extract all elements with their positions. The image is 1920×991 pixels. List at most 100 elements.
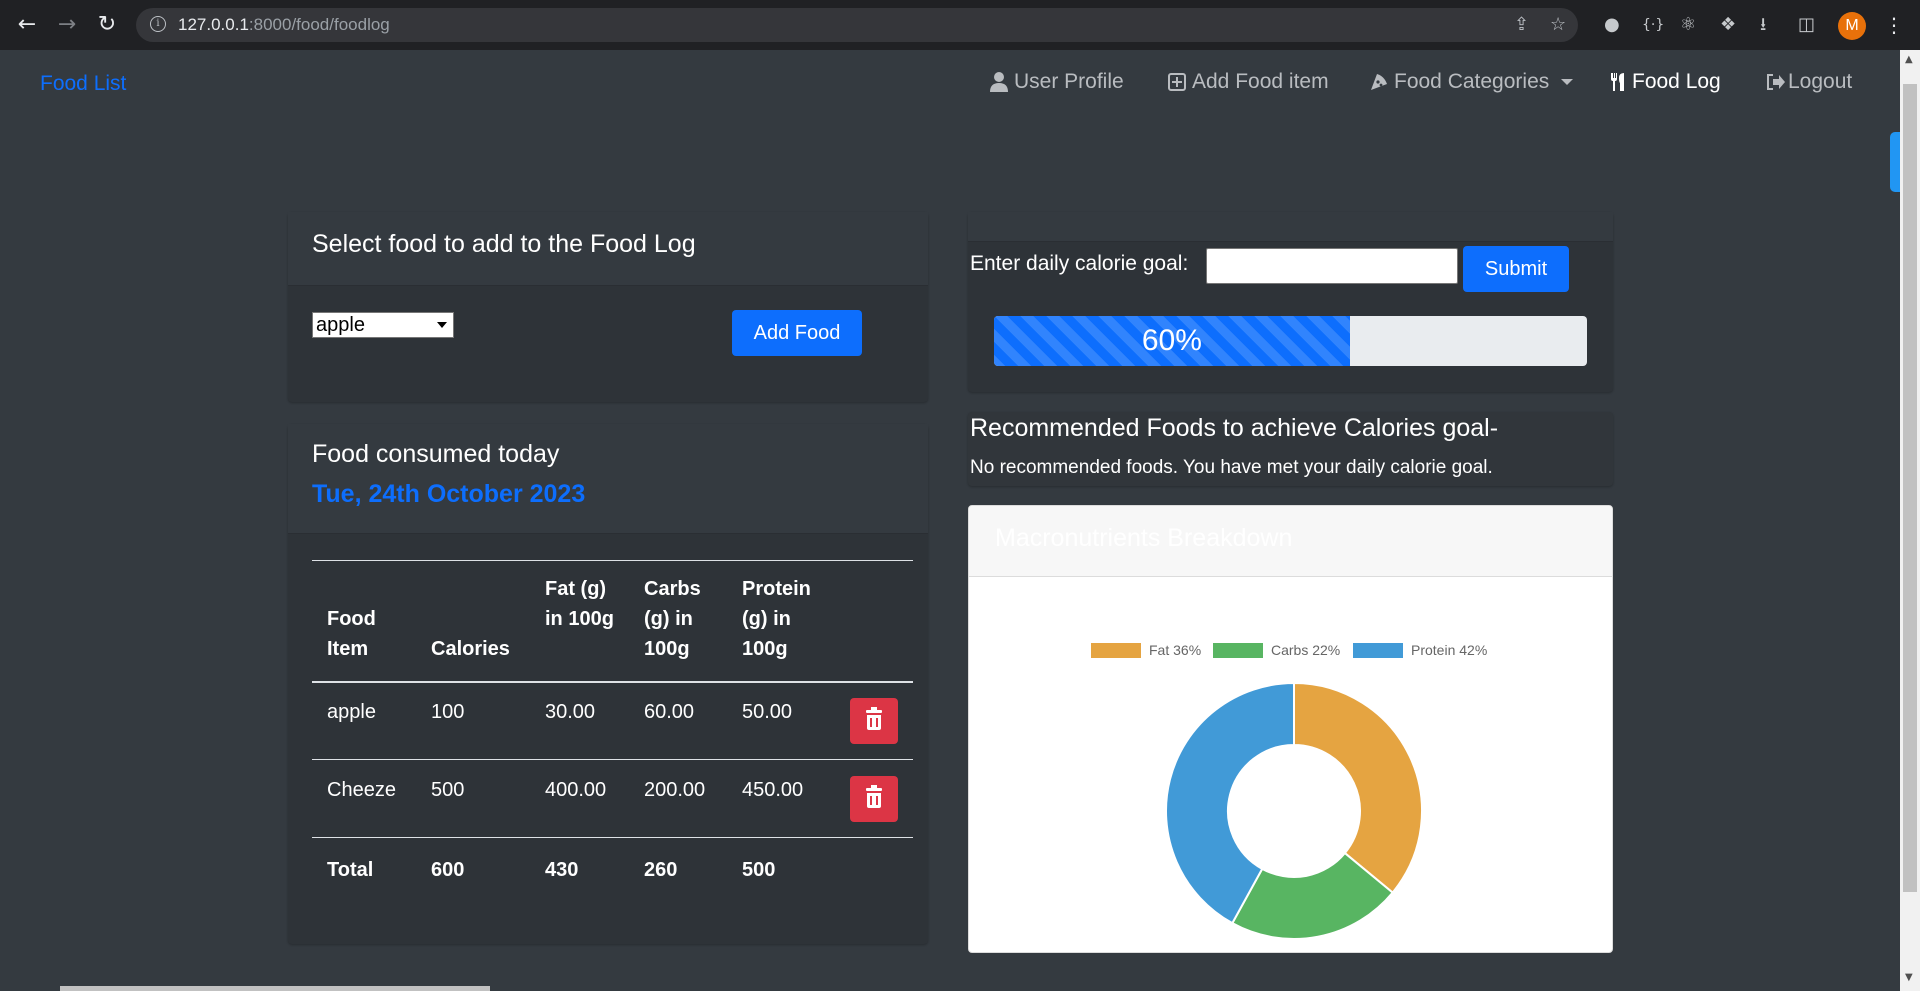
pizza-icon	[1371, 74, 1387, 90]
calorie-progress-bar: 60%	[994, 316, 1587, 366]
cell-calories: 100	[431, 701, 465, 723]
trash-lid	[866, 788, 882, 791]
add-food-button[interactable]: Add Food	[732, 310, 862, 356]
nav-food-log[interactable]: Food Log	[1610, 70, 1721, 94]
cell-food: apple	[327, 701, 376, 723]
cell-protein: 50.00	[742, 701, 793, 723]
brand-link[interactable]: Food List	[40, 72, 126, 96]
macronutrients-doughnut-chart	[1165, 681, 1423, 940]
legend-swatch-carbs	[1213, 642, 1263, 658]
nav-logout[interactable]: Logout	[1766, 70, 1852, 94]
url-text[interactable]: 127.0.0.1:8000/food/foodlog	[178, 15, 390, 35]
nav-food-categories-label: Food Categories	[1394, 70, 1550, 93]
legend-label-fat: Fat 36%	[1149, 642, 1202, 658]
url-path: :8000/food/foodlog	[248, 15, 390, 34]
utensils-icon	[1611, 73, 1624, 91]
side-panel-tab[interactable]	[1890, 132, 1900, 192]
nav-user-profile[interactable]: User Profile	[990, 70, 1124, 94]
food-consumed-date: Tue, 24th October 2023	[312, 480, 586, 508]
vertical-scrollbar[interactable]: ▲ ▼	[1900, 50, 1920, 991]
food-consumed-card-header: Food consumed today Tue, 24th October 20…	[288, 424, 928, 534]
download-icon[interactable]: ⭳	[1760, 12, 1766, 38]
trash-can	[867, 793, 881, 808]
nav-user-profile-label: User Profile	[1014, 70, 1124, 93]
address-bar[interactable]: i 127.0.0.1:8000/food/foodlog ⇪ ☆	[136, 8, 1578, 42]
cell-carbs: 60.00	[644, 701, 695, 723]
react-devtools-icon[interactable]: ⚛	[1680, 12, 1696, 38]
column-header-fat: Fat (g) in 100g	[545, 578, 614, 630]
nav-food-categories-dropdown[interactable]: Food Categories	[1370, 70, 1574, 94]
legend-item-fat[interactable]: Fat 36%	[1091, 642, 1201, 658]
food-select-value: apple	[316, 314, 365, 336]
recommended-title: Recommended Foods to achieve Calories go…	[970, 414, 1499, 442]
add-food-title: Select food to add to the Food Log	[312, 230, 696, 258]
table-top-border	[312, 560, 913, 561]
cell-food: Cheeze	[327, 779, 396, 801]
delete-row-button[interactable]	[850, 698, 898, 744]
legend-item-carbs[interactable]: Carbs 22%	[1213, 642, 1340, 658]
cell-fat: 30.00	[545, 701, 596, 723]
profile-avatar[interactable]: M	[1838, 12, 1866, 40]
cell-fat: 400.00	[545, 779, 607, 801]
column-header-food-item: Food Item	[327, 608, 376, 660]
scrollbar-thumb[interactable]	[1903, 84, 1917, 892]
site-info-icon[interactable]: i	[150, 16, 166, 32]
plus-square-icon	[1168, 73, 1186, 91]
nav-logout-label: Logout	[1788, 70, 1853, 93]
side-panel-icon[interactable]: ◫	[1798, 12, 1815, 38]
chevron-down-icon	[1561, 79, 1574, 85]
calorie-goal-card-header	[968, 212, 1613, 242]
trash-lid	[866, 710, 882, 713]
calorie-goal-input[interactable]	[1206, 248, 1458, 284]
sign-out-icon	[1767, 74, 1785, 90]
scroll-up-arrow-icon[interactable]: ▲	[1905, 54, 1913, 65]
legend-label-carbs: Carbs 22%	[1271, 642, 1341, 658]
column-header-calories: Calories	[431, 638, 510, 660]
macronutrients-card: Macronutrients Breakdown Fat 36% Carbs 2…	[968, 505, 1613, 953]
nav-add-food-item[interactable]: Add Food item	[1168, 70, 1329, 94]
browser-toolbar: ← → ↻ i 127.0.0.1:8000/food/foodlog ⇪ ☆ …	[0, 0, 1920, 50]
cell-calories: 500	[431, 779, 465, 801]
total-protein: 500	[742, 859, 776, 881]
add-food-card: Select food to add to the Food Log	[288, 212, 928, 402]
scroll-down-arrow-icon[interactable]: ▼	[1905, 972, 1913, 983]
nav-food-log-label: Food Log	[1632, 70, 1721, 93]
legend-swatch-fat	[1091, 642, 1141, 658]
forward-icon[interactable]: →	[52, 10, 82, 40]
add-food-card-header: Select food to add to the Food Log	[288, 212, 928, 286]
bookmark-star-icon[interactable]: ☆	[1550, 14, 1566, 35]
cell-carbs: 200.00	[644, 779, 706, 801]
legend-item-protein[interactable]: Protein 42%	[1353, 642, 1487, 658]
extension-icon[interactable]: ●	[1604, 12, 1620, 38]
row-border	[312, 759, 913, 760]
table-header-border	[312, 681, 913, 683]
total-calories: 600	[431, 859, 465, 881]
nav-add-food-item-label: Add Food item	[1192, 70, 1329, 93]
macronutrients-card-header: Macronutrients Breakdown	[969, 506, 1612, 577]
row-border	[312, 837, 913, 838]
food-consumed-card: Food consumed today Tue, 24th October 20…	[288, 424, 928, 944]
total-label: Total	[327, 859, 374, 881]
browser-menu-icon[interactable]: ⋮	[1884, 12, 1904, 38]
chevron-down-icon	[437, 322, 447, 328]
back-icon[interactable]: ←	[12, 10, 42, 40]
reload-icon[interactable]: ↻	[92, 10, 122, 40]
submit-goal-button[interactable]: Submit	[1463, 246, 1569, 292]
url-host: 127.0.0.1	[178, 15, 249, 34]
delete-row-button[interactable]	[850, 776, 898, 822]
trash-can	[867, 715, 881, 730]
food-consumed-title: Food consumed today	[312, 440, 560, 468]
share-icon[interactable]: ⇪	[1514, 14, 1529, 35]
column-header-protein: Protein (g) in 100g	[742, 578, 811, 660]
doughnut-slice-fat[interactable]	[1293, 681, 1423, 894]
total-carbs: 260	[644, 859, 678, 881]
puzzle-extensions-icon[interactable]: ❖	[1720, 12, 1736, 38]
user-icon	[990, 72, 1008, 92]
extension-code-icon[interactable]: {·}	[1642, 12, 1664, 38]
macronutrients-title: Macronutrients Breakdown	[995, 524, 1293, 552]
horizontal-scrollbar-thumb[interactable]	[60, 986, 490, 991]
calorie-goal-label: Enter daily calorie goal:	[970, 252, 1189, 275]
column-header-carbs: Carbs (g) in 100g	[644, 578, 701, 660]
legend-label-protein: Protein 42%	[1411, 642, 1488, 658]
food-select[interactable]: apple	[312, 312, 454, 338]
